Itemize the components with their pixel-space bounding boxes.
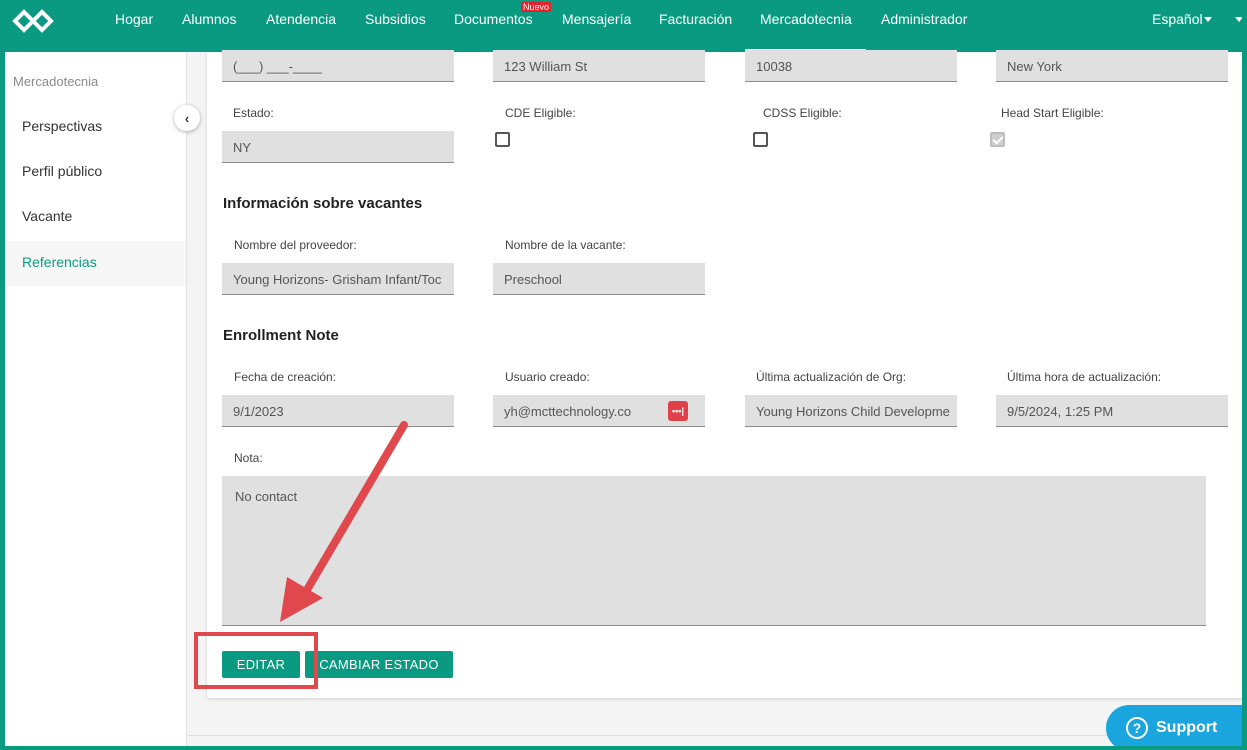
provider-label: Nombre del proveedor: (234, 238, 357, 252)
nav-item-mercadotecnia[interactable]: Mercadotecnia (760, 11, 852, 27)
annotation-highlight-box (194, 632, 318, 689)
sidebar-item-perspectivas[interactable]: Perspectivas (22, 118, 102, 134)
top-navigation: Hogar Alumnos Atendencia Subsidios Docum… (5, 0, 1242, 52)
head-start-eligible-label: Head Start Eligible: (1001, 106, 1104, 120)
nav-item-facturacion[interactable]: Facturación (659, 11, 732, 27)
help-circle-icon: ? (1126, 717, 1148, 739)
cde-eligible-checkbox[interactable] (495, 132, 510, 147)
created-date-field[interactable]: 9/1/2023 (222, 395, 454, 427)
sidebar-item-vacante[interactable]: Vacante (22, 208, 72, 224)
enrollment-note-title: Enrollment Note (223, 327, 339, 344)
main-content: (___) ___-____ 123 William St 10038 New … (187, 50, 1242, 746)
password-manager-icon[interactable]: •••| (668, 401, 688, 421)
zip-field[interactable]: 10038 (745, 50, 957, 82)
org-updated-label: Última actualización de Org: (756, 370, 907, 384)
new-badge: Nuevo (521, 2, 552, 12)
created-user-label: Usuario creado: (505, 370, 590, 384)
nav-item-hogar[interactable]: Hogar (115, 11, 153, 27)
change-status-button[interactable]: CAMBIAR ESTADO (305, 651, 453, 678)
estado-field[interactable]: NY (222, 131, 454, 163)
cde-eligible-label: CDE Eligible: (505, 106, 576, 120)
nav-item-atendencia[interactable]: Atendencia (266, 11, 336, 27)
vacancy-name-field[interactable]: Preschool (493, 263, 705, 295)
app-window: Hogar Alumnos Atendencia Subsidios Docum… (5, 0, 1242, 746)
support-label: Support (1156, 719, 1218, 736)
chevron-down-icon[interactable] (1235, 17, 1242, 22)
sidebar-item-referencias[interactable]: Referencias (22, 254, 97, 270)
note-label: Nota: (234, 451, 263, 465)
language-selector[interactable]: Español (1152, 11, 1203, 27)
org-updated-field[interactable]: Young Horizons Child Developme (745, 395, 957, 427)
referral-card: (___) ___-____ 123 William St 10038 New … (207, 50, 1242, 698)
nav-item-mensajeria[interactable]: Mensajería (562, 11, 631, 27)
provider-field[interactable]: Young Horizons- Grisham Infant/Toc (222, 263, 454, 295)
chevron-left-icon: ‹ (184, 110, 190, 126)
city-field[interactable]: New York (996, 50, 1228, 82)
collapse-sidebar-button[interactable]: ‹ (174, 105, 200, 131)
cdss-eligible-label: CDSS Eligible: (763, 106, 842, 120)
note-textarea[interactable]: No contact (222, 476, 1206, 626)
nav-item-documentos[interactable]: Documentos (454, 11, 533, 27)
nav-item-subsidios[interactable]: Subsidios (365, 11, 426, 27)
chevron-down-icon[interactable] (1204, 17, 1212, 22)
phone-field[interactable]: (___) ___-____ (222, 50, 454, 82)
head-start-eligible-checkbox[interactable] (990, 132, 1005, 147)
nav-item-administrador[interactable]: Administrador (881, 11, 967, 27)
created-date-label: Fecha de creación: (234, 370, 337, 384)
divider (187, 735, 1242, 736)
cdss-eligible-checkbox[interactable] (753, 132, 768, 147)
sidebar: Mercadotecnia Perspectivas Perfil públic… (5, 52, 187, 746)
brand-logo-icon[interactable] (9, 6, 71, 36)
vacancy-section-title: Información sobre vacantes (223, 195, 423, 212)
nav-item-alumnos[interactable]: Alumnos (182, 11, 236, 27)
vacancy-name-label: Nombre de la vacante: (505, 238, 626, 252)
sidebar-header: Mercadotecnia (13, 74, 99, 89)
estado-label: Estado: (233, 106, 274, 120)
sidebar-item-perfil-publico[interactable]: Perfil público (22, 163, 102, 179)
updated-time-label: Última hora de actualización: (1007, 370, 1162, 384)
street-field[interactable]: 123 William St (493, 50, 705, 82)
support-button[interactable]: ? Support (1106, 705, 1242, 746)
updated-time-field[interactable]: 9/5/2024, 1:25 PM (996, 395, 1228, 427)
